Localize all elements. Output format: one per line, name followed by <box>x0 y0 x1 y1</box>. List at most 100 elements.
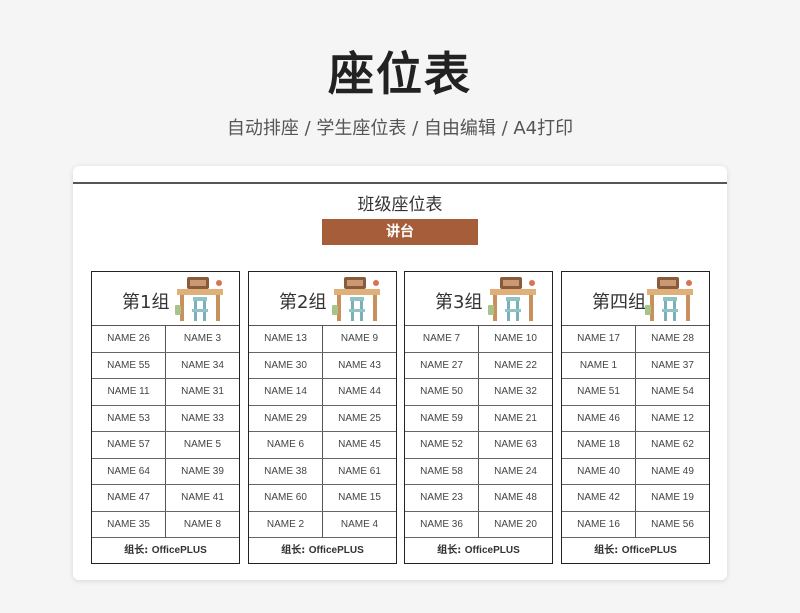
seat-cell[interactable]: NAME 24 <box>478 458 552 484</box>
seat-cell[interactable]: NAME 26 <box>92 326 165 352</box>
seat-cell[interactable]: NAME 46 <box>562 406 635 432</box>
seat-cell[interactable]: NAME 17 <box>562 326 635 352</box>
seat-cell[interactable]: NAME 54 <box>635 379 709 405</box>
seat-cell[interactable]: NAME 63 <box>478 432 552 458</box>
seat-group-2: 第2组 NAME 13 NAME 9 NAME 30 NAME 43 NAME 14 NA… <box>248 271 397 564</box>
leader-name[interactable]: OfficePLUS <box>465 545 520 556</box>
seat-cell[interactable]: NAME 7 <box>405 326 478 352</box>
sheet-divider <box>73 182 727 184</box>
seat-cell[interactable]: NAME 11 <box>92 379 165 405</box>
seat-cell[interactable]: NAME 31 <box>165 379 239 405</box>
seat-cell[interactable]: NAME 38 <box>249 459 322 485</box>
seat-cell[interactable]: NAME 13 <box>249 326 322 352</box>
seat-row: NAME 18 NAME 62 <box>562 432 709 459</box>
seat-cell[interactable]: NAME 28 <box>635 326 709 352</box>
leader-name[interactable]: OfficePLUS <box>622 545 677 556</box>
seat-cell[interactable]: NAME 48 <box>478 485 552 511</box>
seat-cell[interactable]: NAME 57 <box>92 432 165 458</box>
seat-cell[interactable]: NAME 15 <box>322 485 396 511</box>
seat-cell[interactable]: NAME 18 <box>562 432 635 458</box>
seat-cell[interactable]: NAME 45 <box>322 432 396 458</box>
seat-cell[interactable]: NAME 10 <box>478 326 552 352</box>
seat-cell[interactable]: NAME 2 <box>249 512 322 538</box>
seat-cell[interactable]: NAME 35 <box>92 512 165 538</box>
group-name: 第2组 <box>279 292 327 313</box>
seat-cell[interactable]: NAME 58 <box>405 459 478 485</box>
seat-cell[interactable]: NAME 19 <box>635 485 709 511</box>
seat-group-3: 第3组 NAME 7 NAME 10 NAME 27 NAME 22 NAME 50 NA… <box>404 271 553 564</box>
seat-row: NAME 14 NAME 44 <box>249 379 396 406</box>
seat-row: NAME 42 NAME 19 <box>562 485 709 512</box>
seat-cell[interactable]: NAME 61 <box>322 458 396 484</box>
seat-cell[interactable]: NAME 21 <box>478 405 552 431</box>
seat-cell[interactable]: NAME 39 <box>165 458 239 484</box>
page-title: 座位表 <box>328 47 472 101</box>
seat-cell[interactable]: NAME 50 <box>405 379 478 405</box>
seat-row: NAME 17 NAME 28 <box>562 326 709 353</box>
seat-cell[interactable]: NAME 16 <box>562 512 635 538</box>
seat-cell[interactable]: NAME 36 <box>405 512 478 538</box>
seat-cell[interactable]: NAME 22 <box>478 352 552 378</box>
leader-name[interactable]: OfficePLUS <box>152 545 207 556</box>
seat-row: NAME 13 NAME 9 <box>249 326 396 353</box>
seat-cell[interactable]: NAME 52 <box>405 432 478 458</box>
seat-cell[interactable]: NAME 43 <box>322 352 396 378</box>
seat-group-4: 第四组 NAME 17 NAME 28 NAME 1 NAME 37 NAME 51 NA… <box>561 271 710 564</box>
seat-cell[interactable]: NAME 42 <box>562 485 635 511</box>
seat-cell[interactable]: NAME 40 <box>562 459 635 485</box>
seat-cell[interactable]: NAME 49 <box>635 458 709 484</box>
group-header: 第2组 <box>249 272 396 326</box>
seat-cell[interactable]: NAME 30 <box>249 353 322 379</box>
seat-cell[interactable]: NAME 14 <box>249 379 322 405</box>
seat-cell[interactable]: NAME 1 <box>562 353 635 379</box>
seat-cell[interactable]: NAME 23 <box>405 485 478 511</box>
group-leader: 组长: OfficePLUS <box>405 538 552 564</box>
seat-cell[interactable]: NAME 29 <box>249 406 322 432</box>
leader-label: 组长: <box>594 545 619 556</box>
seat-cell[interactable]: NAME 27 <box>405 353 478 379</box>
seat-row: NAME 52 NAME 63 <box>405 432 552 459</box>
seat-cell[interactable]: NAME 34 <box>165 352 239 378</box>
seat-cell[interactable]: NAME 64 <box>92 459 165 485</box>
seat-row: NAME 2 NAME 4 <box>249 511 396 538</box>
seat-row: NAME 16 NAME 56 <box>562 511 709 538</box>
leader-name[interactable]: OfficePLUS <box>309 545 364 556</box>
group-header: 第1组 <box>92 272 239 326</box>
seat-row: NAME 64 NAME 39 <box>92 458 239 485</box>
seat-cell[interactable]: NAME 56 <box>635 511 709 537</box>
seat-row: NAME 11 NAME 31 <box>92 379 239 406</box>
seat-cell[interactable]: NAME 8 <box>165 511 239 537</box>
seat-cell[interactable]: NAME 62 <box>635 432 709 458</box>
seat-cell[interactable]: NAME 4 <box>322 511 396 537</box>
seat-row: NAME 27 NAME 22 <box>405 352 552 379</box>
seat-row: NAME 55 NAME 34 <box>92 352 239 379</box>
seat-row: NAME 7 NAME 10 <box>405 326 552 353</box>
seat-cell[interactable]: NAME 6 <box>249 432 322 458</box>
seat-cell[interactable]: NAME 41 <box>165 485 239 511</box>
group-leader: 组长: OfficePLUS <box>92 538 239 564</box>
seat-cell[interactable]: NAME 59 <box>405 406 478 432</box>
seat-cell[interactable]: NAME 33 <box>165 405 239 431</box>
seat-cell[interactable]: NAME 51 <box>562 379 635 405</box>
seat-row: NAME 30 NAME 43 <box>249 352 396 379</box>
seating-sheet: 班级座位表 讲台 第1组 NAME 26 NAME 3 NAME 55 NAME 34… <box>73 166 727 580</box>
seat-cell[interactable]: NAME 5 <box>165 432 239 458</box>
seat-cell[interactable]: NAME 3 <box>165 326 239 352</box>
seat-cell[interactable]: NAME 37 <box>635 352 709 378</box>
group-name: 第1组 <box>122 292 170 313</box>
seat-cell[interactable]: NAME 53 <box>92 406 165 432</box>
seat-cell[interactable]: NAME 9 <box>322 326 396 352</box>
seat-cell[interactable]: NAME 60 <box>249 485 322 511</box>
seat-cell[interactable]: NAME 12 <box>635 405 709 431</box>
seat-group-1: 第1组 NAME 26 NAME 3 NAME 55 NAME 34 NAME 11 NA… <box>91 271 240 564</box>
seat-cell[interactable]: NAME 20 <box>478 511 552 537</box>
seat-cell[interactable]: NAME 25 <box>322 405 396 431</box>
seat-cell[interactable]: NAME 32 <box>478 379 552 405</box>
podium-label: 讲台 <box>322 219 478 245</box>
seat-cell[interactable]: NAME 55 <box>92 353 165 379</box>
group-name: 第四组 <box>592 292 646 313</box>
seat-row: NAME 50 NAME 32 <box>405 379 552 406</box>
seat-cell[interactable]: NAME 44 <box>322 379 396 405</box>
seat-cell[interactable]: NAME 47 <box>92 485 165 511</box>
group-header: 第四组 <box>562 272 709 326</box>
